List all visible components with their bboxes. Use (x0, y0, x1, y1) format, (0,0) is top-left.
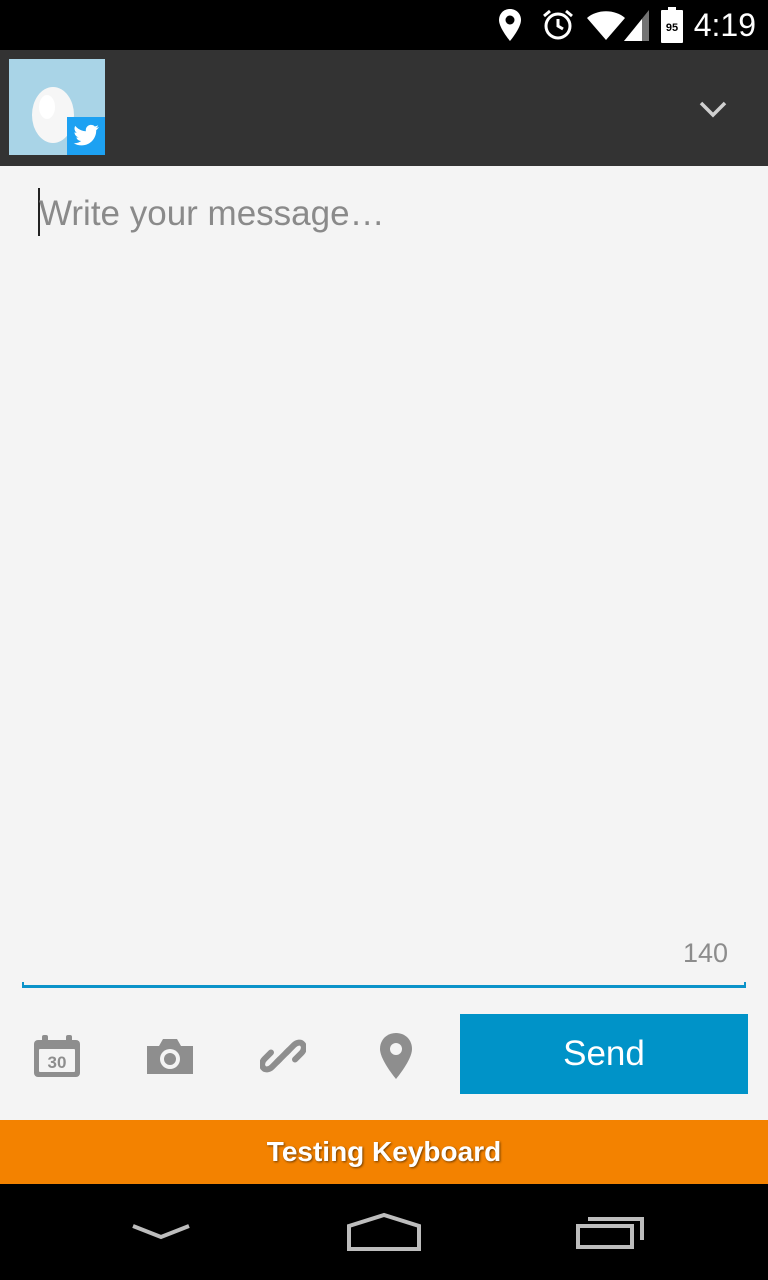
message-compose-area: Write your message… 140 (22, 166, 746, 988)
recents-icon[interactable] (550, 1184, 670, 1280)
text-caret (38, 188, 40, 236)
svg-text:30: 30 (48, 1053, 67, 1072)
back-icon[interactable] (101, 1184, 221, 1280)
home-icon[interactable] (324, 1184, 444, 1280)
link-icon[interactable] (243, 1016, 323, 1096)
battery-icon: 95 (660, 0, 684, 50)
character-counter: 140 (682, 938, 728, 968)
keyboard-notice-banner[interactable]: Testing Keyboard (0, 1120, 768, 1184)
compose-screen: 95 4:19 Write your message… 140 30 Send … (0, 0, 768, 1280)
calendar-icon[interactable]: 30 (17, 1016, 97, 1096)
location-icon (496, 0, 524, 50)
alarm-icon (540, 0, 576, 50)
svg-text:95: 95 (666, 22, 678, 34)
keyboard-notice-label: Testing Keyboard (266, 1136, 502, 1167)
input-underline (22, 982, 746, 988)
action-bar (0, 50, 768, 166)
wifi-icon (586, 0, 626, 50)
chevron-down-icon[interactable] (688, 84, 738, 134)
navigation-bar (0, 1184, 768, 1280)
status-time: 4:19 (693, 7, 756, 43)
signal-icon (622, 0, 650, 50)
status-bar: 95 4:19 (0, 0, 768, 50)
message-input[interactable] (22, 166, 746, 936)
location-pin-icon[interactable] (356, 1016, 436, 1096)
twitter-icon (67, 117, 105, 155)
account-avatar[interactable] (9, 59, 105, 155)
camera-icon[interactable] (130, 1016, 210, 1096)
send-button[interactable]: Send (460, 1014, 748, 1094)
